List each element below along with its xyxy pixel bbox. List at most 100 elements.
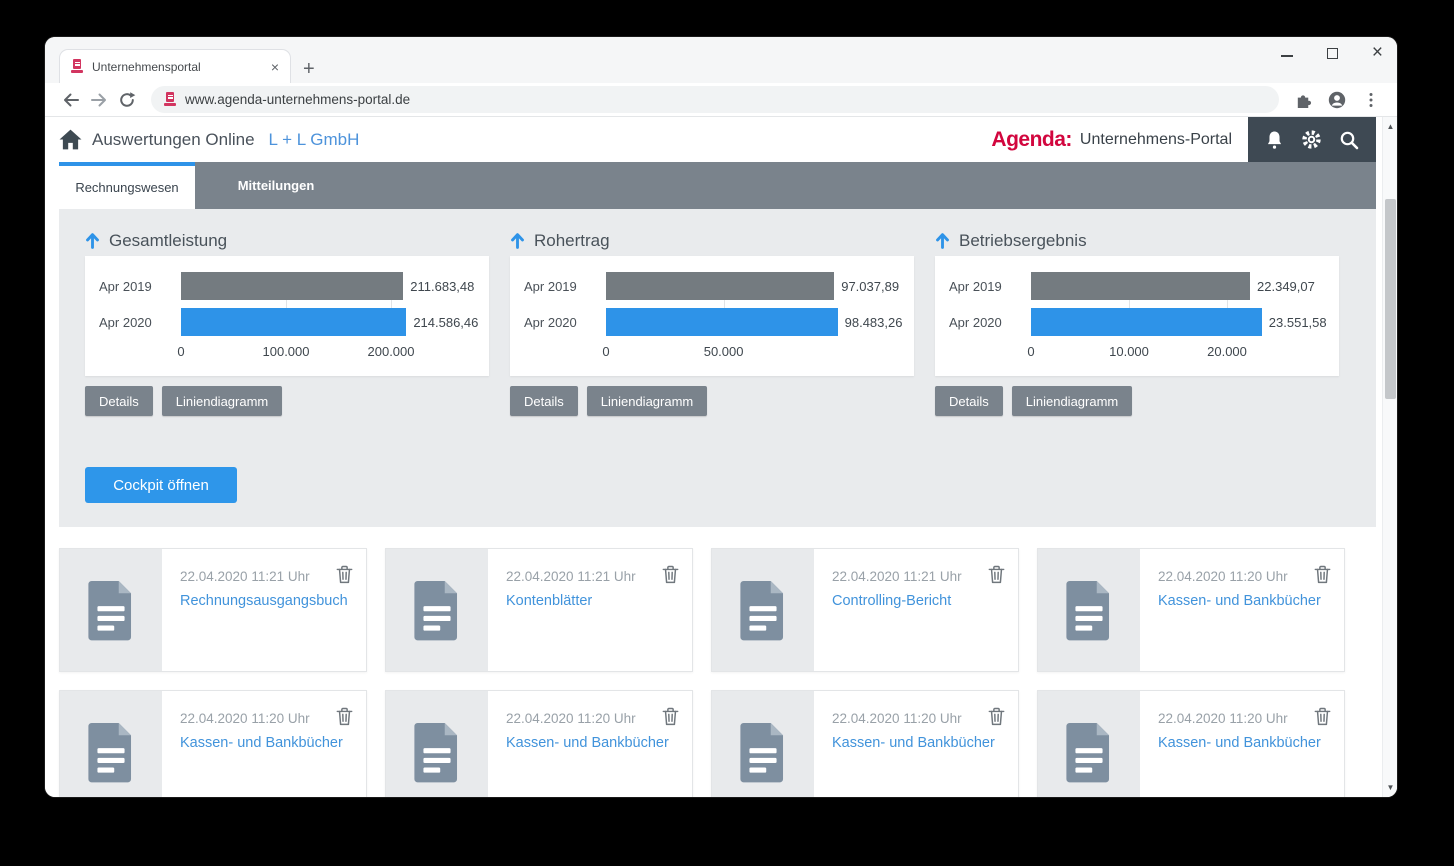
browser-toolbar: www.agenda-unternehmens-portal.de — [45, 83, 1397, 117]
bar-row: Apr 2020 98.483,26 — [524, 308, 900, 336]
back-icon[interactable] — [57, 86, 85, 114]
document-name-link[interactable]: Controlling-Bericht — [832, 593, 951, 609]
document-card-content: 22.04.2020 11:20 Uhr Kassen- und Bankbüc… — [488, 691, 692, 797]
trash-icon[interactable] — [336, 707, 353, 726]
bar-row: Apr 2019 97.037,89 — [524, 272, 900, 300]
profile-avatar-icon[interactable] — [1323, 86, 1351, 114]
tab-rechnungswesen[interactable]: Rechnungswesen — [59, 162, 195, 209]
reload-icon[interactable] — [113, 86, 141, 114]
document-name-link[interactable]: Kassen- und Bankbücher — [1158, 735, 1321, 751]
browser-tab[interactable]: Unternehmensportal × — [59, 49, 291, 83]
trash-icon[interactable] — [1314, 707, 1331, 726]
document-timestamp: 22.04.2020 11:20 Uhr — [180, 711, 354, 726]
document-name-link[interactable]: Kassen- und Bankbücher — [506, 735, 669, 751]
scrollbar-thumb[interactable] — [1385, 199, 1396, 399]
chart-plot: Apr 2019 22.349,07 Apr 2020 23.551,58 — [949, 272, 1325, 336]
url-favicon-icon — [163, 92, 177, 107]
trend-up-arrow-icon — [85, 232, 100, 249]
analytics-panel: Gesamtleistung Apr 2019 211.683,48 Apr 2… — [59, 209, 1376, 527]
document-card-content: 22.04.2020 11:20 Uhr Kassen- und Bankbüc… — [1140, 549, 1344, 671]
window-minimize-button[interactable] — [1281, 55, 1293, 57]
details-button[interactable]: Details — [510, 386, 578, 416]
window-maximize-button[interactable] — [1327, 48, 1338, 59]
document-icon-panel — [712, 549, 814, 671]
tab-close-icon[interactable]: × — [268, 59, 282, 75]
trend-up-arrow-icon — [510, 232, 525, 249]
tab-mitteilungen[interactable]: Mitteilungen — [195, 162, 357, 209]
trash-icon[interactable] — [336, 565, 353, 584]
documents-grid: 22.04.2020 11:21 Uhr Rechnungsausgangsbu… — [59, 548, 1376, 797]
trash-icon[interactable] — [662, 565, 679, 584]
document-card-content: 22.04.2020 11:20 Uhr Kassen- und Bankbüc… — [1140, 691, 1344, 797]
document-file-icon — [737, 721, 789, 783]
bar-track: 214.586,46 — [181, 308, 475, 336]
notifications-bell-icon[interactable] — [1265, 130, 1284, 150]
new-tab-button[interactable]: + — [303, 59, 315, 79]
forward-icon[interactable] — [85, 86, 113, 114]
trend-up-arrow-icon — [935, 232, 950, 249]
cockpit-open-button[interactable]: Cockpit öffnen — [85, 467, 237, 503]
search-icon[interactable] — [1339, 130, 1359, 150]
bar-value-label: 97.037,89 — [841, 279, 899, 294]
chart-title: Betriebsergebnis — [959, 231, 1087, 251]
bar-category-label: Apr 2019 — [99, 279, 171, 294]
window-close-button[interactable]: × — [1372, 47, 1383, 59]
document-icon-panel — [60, 691, 162, 797]
document-name-link[interactable]: Kassen- und Bankbücher — [832, 735, 995, 751]
document-timestamp: 22.04.2020 11:20 Uhr — [1158, 569, 1332, 584]
trash-icon[interactable] — [988, 565, 1005, 584]
page-scrollbar[interactable]: ▲ ▼ — [1382, 117, 1397, 797]
browser-menu-icon[interactable] — [1357, 86, 1385, 114]
settings-gear-icon[interactable] — [1301, 129, 1322, 150]
charts-row: Gesamtleistung Apr 2019 211.683,48 Apr 2… — [85, 227, 1376, 416]
document-card-content: 22.04.2020 11:20 Uhr Kassen- und Bankbüc… — [162, 691, 366, 797]
company-link[interactable]: L + L GmbH — [269, 130, 360, 150]
document-file-icon — [1063, 721, 1115, 783]
bar-category-label: Apr 2020 — [949, 315, 1021, 330]
bar-category-label: Apr 2019 — [524, 279, 596, 294]
chart-card: Apr 2019 211.683,48 Apr 2020 214.586,46 … — [85, 256, 489, 376]
document-card: 22.04.2020 11:20 Uhr Kassen- und Bankbüc… — [59, 690, 367, 797]
document-file-icon — [1063, 579, 1115, 641]
home-icon[interactable] — [59, 129, 82, 150]
bar-track: 97.037,89 — [606, 272, 900, 300]
line-chart-button[interactable]: Liniendiagramm — [1012, 386, 1133, 416]
url-bar[interactable]: www.agenda-unternehmens-portal.de — [151, 86, 1279, 113]
chart-group: Betriebsergebnis Apr 2019 22.349,07 Apr … — [935, 227, 1339, 416]
chart-group: Gesamtleistung Apr 2019 211.683,48 Apr 2… — [85, 227, 489, 416]
bar — [606, 272, 834, 300]
axis-tick-label: 100.000 — [263, 344, 310, 359]
document-name-link[interactable]: Rechnungsausgangsbuch — [180, 593, 348, 609]
trash-icon[interactable] — [662, 707, 679, 726]
scroll-up-icon[interactable]: ▲ — [1383, 119, 1397, 134]
details-button[interactable]: Details — [85, 386, 153, 416]
bar — [181, 272, 403, 300]
line-chart-button[interactable]: Liniendiagramm — [587, 386, 708, 416]
document-card-content: 22.04.2020 11:21 Uhr Rechnungsausgangsbu… — [162, 549, 366, 671]
bar-category-label: Apr 2020 — [99, 315, 171, 330]
bar-value-label: 211.683,48 — [410, 279, 474, 294]
bar-value-label: 23.551,58 — [1269, 315, 1327, 330]
scroll-down-icon[interactable]: ▼ — [1383, 780, 1397, 795]
trash-icon[interactable] — [1314, 565, 1331, 584]
bar-value-label: 98.483,26 — [845, 315, 903, 330]
document-card: 22.04.2020 11:21 Uhr Kontenblätter — [385, 548, 693, 672]
document-file-icon — [411, 721, 463, 783]
line-chart-button[interactable]: Liniendiagramm — [162, 386, 283, 416]
bar-row: Apr 2020 214.586,46 — [99, 308, 475, 336]
details-button[interactable]: Details — [935, 386, 1003, 416]
document-name-link[interactable]: Kontenblätter — [506, 593, 592, 609]
axis-tick-label: 200.000 — [368, 344, 415, 359]
axis-tick-label: 0 — [177, 344, 184, 359]
bar-track: 98.483,26 — [606, 308, 900, 336]
extensions-icon[interactable] — [1289, 86, 1317, 114]
document-name-link[interactable]: Kassen- und Bankbücher — [180, 735, 343, 751]
bar — [606, 308, 838, 336]
axis-tick-label: 50.000 — [704, 344, 744, 359]
bar-row: Apr 2020 23.551,58 — [949, 308, 1325, 336]
document-timestamp: 22.04.2020 11:21 Uhr — [180, 569, 354, 584]
app-title: Auswertungen Online — [92, 130, 255, 150]
chart-card: Apr 2019 97.037,89 Apr 2020 98.483,26 05… — [510, 256, 914, 376]
trash-icon[interactable] — [988, 707, 1005, 726]
document-name-link[interactable]: Kassen- und Bankbücher — [1158, 593, 1321, 609]
